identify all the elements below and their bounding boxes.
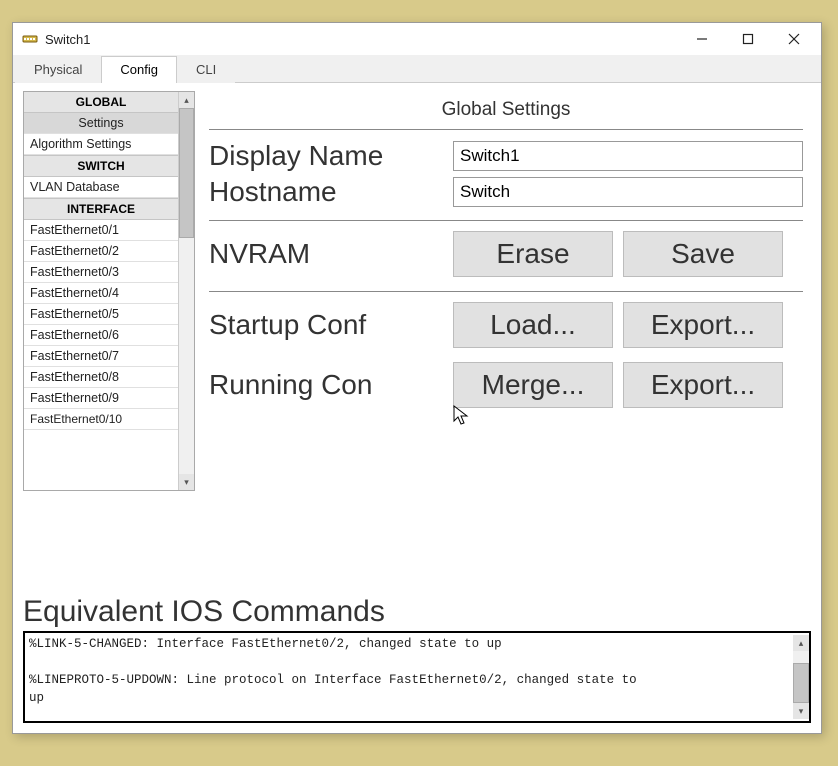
- scroll-thumb[interactable]: [793, 663, 809, 703]
- save-button[interactable]: Save: [623, 231, 783, 277]
- startup-row: Startup Conf Load... Export...: [209, 302, 803, 348]
- minimize-icon: [696, 33, 708, 45]
- nvram-label: NVRAM: [209, 238, 453, 270]
- display-name-row: Display Name: [209, 140, 803, 172]
- load-button[interactable]: Load...: [453, 302, 613, 348]
- sidebar-list: GLOBAL Settings Algorithm Settings SWITC…: [24, 92, 178, 490]
- tab-physical[interactable]: Physical: [15, 56, 101, 83]
- startup-config-label: Startup Conf: [209, 309, 453, 341]
- close-button[interactable]: [771, 25, 817, 53]
- divider: [209, 291, 803, 292]
- sidebar-item-if[interactable]: FastEthernet0/10: [24, 409, 178, 430]
- sidebar-header-global: GLOBAL: [24, 92, 178, 113]
- tab-config[interactable]: Config: [101, 56, 177, 83]
- app-window: Switch1 Physical Config CLI GLOBAL Setti…: [12, 22, 822, 734]
- erase-button[interactable]: Erase: [453, 231, 613, 277]
- divider: [209, 220, 803, 221]
- sidebar-item-if[interactable]: FastEthernet0/6: [24, 325, 178, 346]
- running-row: Running Con Merge... Export...: [209, 362, 803, 408]
- sidebar-header-switch: SWITCH: [24, 155, 178, 177]
- hostname-label: Hostname: [209, 176, 453, 208]
- titlebar: Switch1: [13, 23, 821, 55]
- export-startup-button[interactable]: Export...: [623, 302, 783, 348]
- display-name-input[interactable]: [453, 141, 803, 171]
- sidebar-item-if[interactable]: FastEthernet0/1: [24, 220, 178, 241]
- scroll-down-icon[interactable]: ▾: [179, 474, 194, 490]
- sidebar-item-if[interactable]: FastEthernet0/8: [24, 367, 178, 388]
- sidebar-item-if[interactable]: FastEthernet0/9: [24, 388, 178, 409]
- sidebar-item-vlan[interactable]: VLAN Database: [24, 177, 178, 198]
- sidebar-item-if[interactable]: FastEthernet0/7: [24, 346, 178, 367]
- ios-console: %LINK-5-CHANGED: Interface FastEthernet0…: [23, 631, 811, 723]
- sidebar-item-if[interactable]: FastEthernet0/3: [24, 262, 178, 283]
- ios-console-output[interactable]: %LINK-5-CHANGED: Interface FastEthernet0…: [29, 635, 793, 719]
- main-panel: Global Settings Display Name Hostname NV…: [195, 91, 811, 491]
- merge-button[interactable]: Merge...: [453, 362, 613, 408]
- sidebar: GLOBAL Settings Algorithm Settings SWITC…: [23, 91, 195, 491]
- panel-title: Global Settings: [209, 93, 803, 130]
- sidebar-item-if[interactable]: FastEthernet0/2: [24, 241, 178, 262]
- minimize-button[interactable]: [679, 25, 725, 53]
- close-icon: [788, 33, 800, 45]
- display-name-label: Display Name: [209, 140, 453, 172]
- window-title: Switch1: [45, 32, 679, 47]
- tab-cli[interactable]: CLI: [177, 56, 235, 83]
- scroll-down-icon[interactable]: ▾: [793, 703, 809, 719]
- nvram-row: NVRAM Erase Save: [209, 231, 803, 277]
- hostname-input[interactable]: [453, 177, 803, 207]
- maximize-button[interactable]: [725, 25, 771, 53]
- scroll-thumb[interactable]: [179, 108, 194, 238]
- window-controls: [679, 25, 817, 53]
- upper-section: GLOBAL Settings Algorithm Settings SWITC…: [23, 91, 811, 491]
- sidebar-item-if[interactable]: FastEthernet0/5: [24, 304, 178, 325]
- scroll-up-icon[interactable]: ▴: [179, 92, 194, 108]
- maximize-icon: [742, 33, 754, 45]
- running-config-label: Running Con: [209, 369, 453, 401]
- sidebar-item-algorithm[interactable]: Algorithm Settings: [24, 134, 178, 155]
- scroll-up-icon[interactable]: ▴: [793, 635, 809, 651]
- console-scrollbar[interactable]: ▴ ▾: [793, 635, 809, 719]
- ios-commands-heading: Equivalent IOS Commands: [23, 595, 811, 629]
- content-area: GLOBAL Settings Algorithm Settings SWITC…: [13, 83, 821, 733]
- sidebar-item-if[interactable]: FastEthernet0/4: [24, 283, 178, 304]
- export-running-button[interactable]: Export...: [623, 362, 783, 408]
- tab-strip: Physical Config CLI: [13, 55, 821, 83]
- sidebar-header-interface: INTERFACE: [24, 198, 178, 220]
- sidebar-item-settings[interactable]: Settings: [24, 113, 178, 134]
- hostname-row: Hostname: [209, 176, 803, 208]
- sidebar-scrollbar[interactable]: ▴ ▾: [178, 92, 194, 490]
- app-icon: [21, 30, 39, 48]
